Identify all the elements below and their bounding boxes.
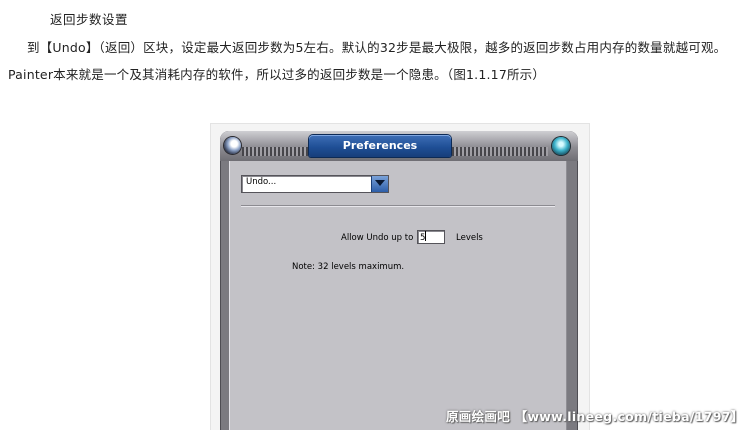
dialog-content: Undo... Allow Undo up to 5 Levels Note: … [229,161,567,430]
app-logo-icon[interactable] [224,137,241,154]
max-levels-note: Note: 32 levels maximum. [292,262,405,272]
levels-unit-label: Levels [456,233,483,243]
undo-levels-input[interactable]: 5 [417,230,445,244]
close-button[interactable] [552,137,570,155]
category-select-value: Undo... [246,177,277,187]
article-paragraph-line-1: 到【Undo】（返回）区块，设定最大返回步数为5左右。默认的32步是最大极限，越… [27,40,727,55]
page: 返回步数设置 到【Undo】（返回）区块，设定最大返回步数为5左右。默认的32步… [0,0,750,430]
category-select[interactable]: Undo... [241,175,389,193]
undo-levels-label: Allow Undo up to [341,233,414,243]
site-watermark: 原画绘画吧 【www.lineeg.com/tieba/1797】 [446,409,744,424]
article-heading: 返回步数设置 [50,12,129,27]
dialog-titlebar[interactable]: Preferences [220,131,578,161]
divider-top [241,205,555,207]
article-paragraph-line-2: Painter本来就是一个及其消耗内存的软件，所以过多的返回步数是一个隐患。（图… [8,67,546,82]
category-dropdown-button[interactable] [371,176,388,192]
chevron-down-icon [375,180,385,186]
text-caret [425,231,427,241]
dialog-title: Preferences [309,135,451,157]
titlebar-grip-right [452,147,548,156]
preferences-dialog: Preferences Undo... Allow Undo up to 5 L… [220,131,578,430]
